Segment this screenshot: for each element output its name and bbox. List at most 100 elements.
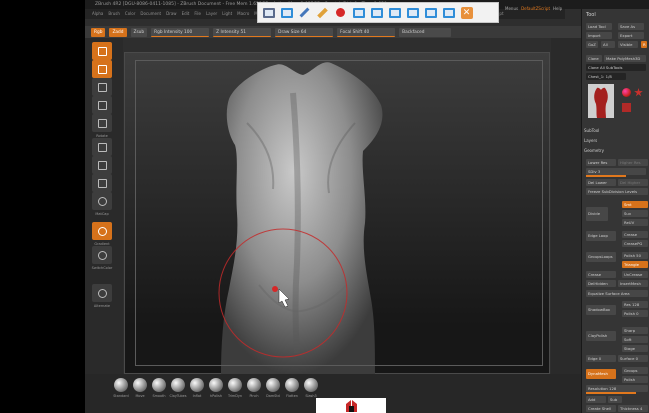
claypolish-button[interactable]: ClayPolish — [586, 331, 616, 341]
menu-item-brush[interactable]: Brush — [108, 9, 120, 19]
creasepg-toggle[interactable]: CreasePG — [622, 240, 648, 247]
record-icon[interactable] — [333, 5, 348, 20]
edge-slider[interactable]: Edge 0 — [586, 355, 616, 362]
clone-all-subtools-button[interactable]: Clone All SubTools — [586, 64, 646, 71]
make-polymesh-button[interactable]: Make PolyMesh3D — [604, 55, 646, 62]
all-button[interactable]: All — [601, 41, 615, 48]
import-button[interactable]: Import — [586, 32, 612, 39]
zadd-toggle[interactable]: Zadd — [109, 27, 127, 37]
switch-color-button[interactable]: SwitchColor — [92, 246, 112, 269]
material-matcap-button[interactable]: MatCap — [92, 192, 112, 215]
menu-item-draw[interactable]: Draw — [166, 9, 176, 19]
dynamesh-resolution-slider[interactable]: Resolution 128 — [586, 385, 648, 392]
dynamesh-polish-toggle[interactable]: Polish — [622, 376, 648, 383]
smt-toggle[interactable]: Smt — [622, 201, 648, 208]
sdiv-slider[interactable]: SDiv 3 — [586, 168, 646, 175]
alternate-button[interactable]: Alternate — [92, 284, 112, 307]
gradient-swatch-button[interactable]: Gradient — [92, 222, 112, 245]
save-as-button[interactable]: Save As — [618, 23, 644, 30]
shadowbox-button[interactable]: ShadowBox — [586, 305, 616, 315]
polymesh-tool-icon[interactable] — [622, 103, 631, 112]
draw-tool-button[interactable]: Draw — [92, 42, 112, 65]
uncrease-button[interactable]: UnCrease — [622, 271, 648, 278]
top-link-defaultzscript[interactable]: DefaultZScript — [521, 2, 550, 16]
soft-slider[interactable]: Soft — [622, 336, 648, 343]
zoom-window-icon[interactable] — [387, 5, 402, 20]
suv-toggle[interactable]: Suv — [622, 210, 648, 217]
rgb-toggle[interactable]: Rgb — [91, 27, 106, 37]
menu-item-file[interactable]: File — [194, 9, 201, 19]
triangle-toggle[interactable]: Triangle — [622, 261, 648, 268]
menu-item-macro[interactable]: Macro — [237, 9, 249, 19]
create-shell-button[interactable]: Create Shell — [586, 405, 616, 412]
r-button[interactable]: R — [641, 41, 647, 48]
current-tool-thumbnail[interactable] — [588, 84, 614, 118]
screen-icon[interactable] — [279, 5, 294, 20]
geometry-section[interactable]: Geometry — [584, 147, 604, 154]
crease-button[interactable]: Crease — [586, 271, 616, 278]
top-link-help[interactable]: Help — [553, 2, 562, 16]
freeze-subdiv-button[interactable]: Freeze SubDivision Levels — [586, 188, 648, 195]
dots-stroke-button[interactable]: Dots — [92, 138, 112, 161]
menu-item-alpha[interactable]: Alpha — [92, 9, 103, 19]
divide-button[interactable]: Divide — [586, 207, 608, 221]
brush-move-icon[interactable] — [133, 378, 147, 392]
clone-button[interactable]: Clone — [586, 55, 602, 62]
goz-button[interactable]: GoZ — [586, 41, 598, 48]
shadowbox-res-slider[interactable]: Res 128 — [622, 301, 648, 308]
zsub-toggle[interactable]: Zsub — [130, 27, 148, 37]
scale-tool-button[interactable]: Scale — [92, 96, 112, 119]
del-hidden-button[interactable]: DelHidden — [586, 280, 616, 287]
dynamesh-groups-toggle[interactable]: Groups — [622, 367, 648, 374]
camera-icon[interactable] — [423, 5, 438, 20]
groups-loops-button[interactable]: GroupsLoops — [586, 252, 616, 262]
alpha-off-button[interactable]: Alpha Off — [92, 156, 112, 179]
menu-item-color[interactable]: Color — [125, 9, 135, 19]
reuv-toggle[interactable]: ReUV — [622, 219, 648, 226]
edge-loop-button[interactable]: Edge Loop — [586, 231, 616, 241]
arrow-window-icon[interactable] — [369, 5, 384, 20]
load-tool-button[interactable]: Load Tool — [586, 23, 612, 30]
dynamesh-button[interactable]: DynaMesh — [586, 369, 616, 379]
higher-res-button[interactable]: Higher Res — [618, 159, 648, 166]
menu-item-layer[interactable]: Layer — [206, 9, 217, 19]
brush-damstd-icon[interactable] — [266, 378, 280, 392]
brush-smooth-icon[interactable] — [152, 378, 166, 392]
z-intensity-slider[interactable]: Z Intensity 51 — [213, 27, 272, 37]
export-button[interactable]: Export — [618, 32, 644, 39]
brush-hpolish-icon[interactable] — [209, 378, 223, 392]
del-lower-button[interactable]: Del Lower — [586, 179, 616, 186]
highlighter-icon[interactable] — [315, 5, 330, 20]
brush-inflat-icon[interactable] — [190, 378, 204, 392]
polish-slider[interactable]: Polish 50 — [622, 252, 648, 259]
brush-flatten-icon[interactable] — [285, 378, 299, 392]
gallery-icon[interactable] — [441, 5, 456, 20]
menu-item-light[interactable]: Light — [222, 9, 232, 19]
edit-tool-button[interactable]: Edit — [92, 60, 112, 83]
thickness-slider[interactable]: Thickness 4 — [618, 405, 648, 412]
brush-pinch-icon[interactable] — [247, 378, 261, 392]
capture-icon[interactable] — [405, 5, 420, 20]
brush-slash3-icon[interactable] — [304, 378, 318, 392]
backface-toggle[interactable]: Backfaced — [399, 27, 452, 37]
equalize-surface-button[interactable]: Equalize Surface Area — [586, 290, 648, 297]
brush-claytubes-icon[interactable] — [171, 378, 185, 392]
shadowbox-polish-slider[interactable]: Polish 0 — [622, 310, 648, 317]
stage-slider[interactable]: Stage — [622, 345, 648, 352]
move-tool-button[interactable]: Move — [92, 78, 112, 101]
menu-item-edit[interactable]: Edit — [182, 9, 190, 19]
window-icon[interactable] — [351, 5, 366, 20]
star-tool-icon[interactable] — [634, 88, 643, 97]
rotate-tool-button[interactable]: Rotate — [92, 114, 112, 137]
insert-mesh-button[interactable]: InsertMesh — [618, 280, 648, 287]
texture-off-button[interactable]: Texture Off — [92, 174, 112, 197]
select-icon[interactable] — [261, 5, 276, 20]
brush-trimdyn-icon[interactable] — [228, 378, 242, 392]
surface-slider[interactable]: Surface 0 — [618, 355, 648, 362]
brush-standard-icon[interactable] — [114, 378, 128, 392]
top-link-menus[interactable]: Menus — [505, 2, 518, 16]
add-button[interactable]: Add — [586, 396, 606, 403]
rgb-intensity-slider[interactable]: Rgb Intensity 100 — [151, 27, 210, 37]
sharp-slider[interactable]: Sharp — [622, 327, 648, 334]
subtool-section[interactable]: SubTool — [584, 127, 599, 134]
